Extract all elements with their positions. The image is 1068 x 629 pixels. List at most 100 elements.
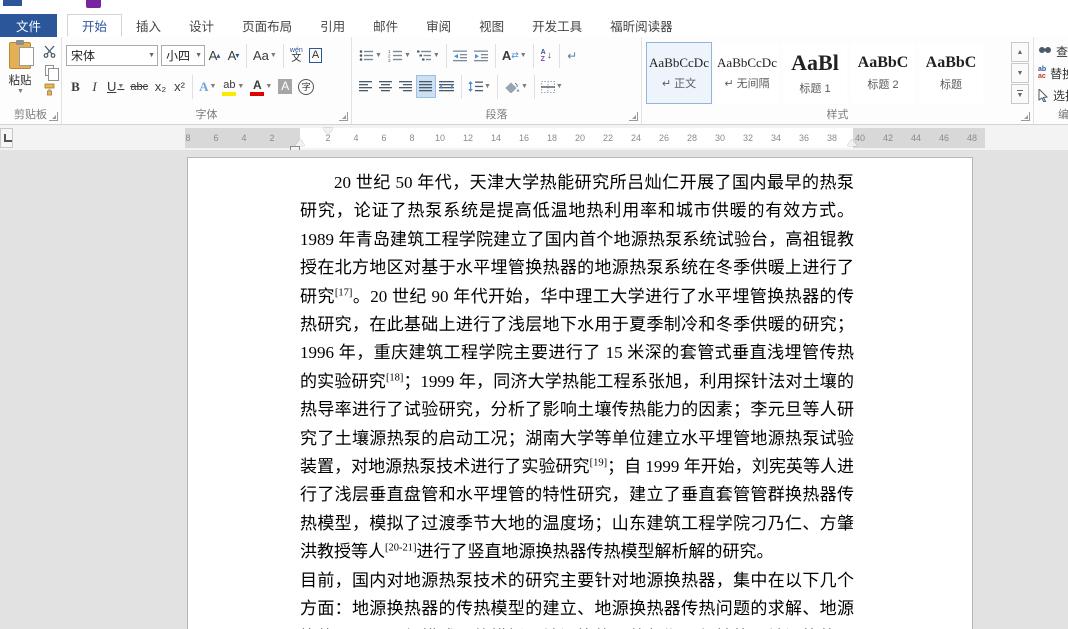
replace-button[interactable]: abac替换	[1038, 62, 1068, 84]
style-gallery-more-button[interactable]: ▼	[1011, 84, 1029, 104]
hanging-indent-marker[interactable]	[295, 139, 305, 146]
styles-dialog-launcher[interactable]	[1021, 112, 1030, 121]
style-item-标题 1[interactable]: AaBl标题 1	[782, 42, 848, 104]
first-line-indent-marker[interactable]	[323, 128, 333, 135]
horizontal-ruler[interactable]: 8642246810121416182022242628303234363840…	[185, 128, 985, 148]
enclose-characters-button[interactable]: 字	[295, 75, 317, 98]
style-item-无间隔[interactable]: AaBbCcDc↵ 无间隔	[714, 42, 780, 104]
document-text[interactable]: 20 世纪 50 年代，天津大学热能研究所吕灿仁开展了国内最早的热泵研究，论证了…	[300, 169, 854, 629]
tab-home[interactable]: 开始	[67, 14, 122, 37]
ruler-number: 20	[575, 128, 585, 148]
tab-mailings[interactable]: 邮件	[359, 14, 412, 37]
ruler-number: 22	[603, 128, 613, 148]
shrink-font-button[interactable]: A	[224, 44, 243, 67]
quick-access-icon	[86, 0, 101, 8]
line-spacing-button[interactable]: ▼	[465, 75, 494, 98]
grow-font-button[interactable]: A	[205, 44, 224, 67]
format-painter-button[interactable]	[41, 81, 58, 97]
sort-icon: AZ ↓	[541, 49, 552, 63]
align-left-button[interactable]	[356, 75, 376, 98]
italic-button[interactable]: I	[85, 75, 104, 98]
tab-bar: 文件开始插入设计页面布局引用邮件审阅视图开发工具福昕阅读器	[0, 14, 1068, 37]
citation-ref: [18]	[386, 372, 404, 383]
align-center-icon	[379, 81, 393, 92]
borders-button[interactable]: ▼	[538, 75, 566, 98]
tab-file[interactable]: 文件	[0, 14, 57, 37]
separator	[246, 44, 247, 68]
font-color-button[interactable]: A ▼	[247, 75, 275, 98]
cut-button[interactable]	[41, 43, 58, 59]
sort-button[interactable]: AZ ↓	[537, 44, 556, 67]
subscript-button[interactable]: x₂	[151, 75, 170, 98]
style-item-标题[interactable]: AaBbC标题	[918, 42, 984, 104]
ruler-number: 14	[491, 128, 501, 148]
style-item-标题 2[interactable]: AaBbC标题 2	[850, 42, 916, 104]
change-case-letters: Aa	[253, 48, 269, 63]
justify-button[interactable]	[416, 75, 436, 98]
ruler-number: 42	[883, 128, 893, 148]
tab-insert[interactable]: 插入	[122, 14, 175, 37]
font-size-dropdown-icon[interactable]: ▼	[192, 52, 202, 59]
superscript-button[interactable]: x²	[170, 75, 189, 98]
ruler-number: 26	[659, 128, 669, 148]
multilevel-list-button[interactable]: ▼	[414, 44, 443, 67]
style-scroll-up-button[interactable]: ▲	[1011, 42, 1029, 62]
font-size-combobox[interactable]: 小四 ▼	[161, 45, 205, 66]
ruler-number: 48	[967, 128, 977, 148]
align-center-button[interactable]	[376, 75, 396, 98]
character-border-icon: A	[309, 48, 322, 63]
increase-indent-icon	[474, 50, 489, 62]
align-right-button[interactable]	[396, 75, 416, 98]
font-dialog-launcher[interactable]	[339, 112, 348, 121]
tab-view[interactable]: 视图	[465, 14, 518, 37]
style-preview: AaBbC	[926, 54, 977, 72]
text-effects-button[interactable]: A▼	[196, 75, 219, 98]
find-button[interactable]: 查找	[1038, 40, 1068, 62]
ruler-number: 24	[631, 128, 641, 148]
tab-references[interactable]: 引用	[306, 14, 359, 37]
bullets-button[interactable]: ▼	[356, 44, 385, 67]
select-button[interactable]: 选择	[1038, 84, 1068, 106]
style-item-正文[interactable]: AaBbCcDc↵ 正文	[646, 42, 712, 104]
show-marks-button[interactable]: ↵	[563, 44, 582, 67]
right-indent-marker[interactable]	[847, 139, 857, 146]
decrease-indent-button[interactable]	[450, 44, 471, 67]
tab-design[interactable]: 设计	[175, 14, 228, 37]
tab-foxit-reader[interactable]: 福昕阅读器	[596, 14, 687, 37]
character-shading-button[interactable]: A	[275, 75, 295, 98]
underline-button[interactable]: U▼	[104, 75, 127, 98]
style-gallery-scroll: ▲ ▼ ▼	[1011, 42, 1029, 104]
copy-button[interactable]	[41, 62, 58, 78]
tab-page-layout[interactable]: 页面布局	[228, 14, 306, 37]
paste-dropdown-arrow[interactable]: ▼	[4, 88, 37, 95]
text-effects-icon: A	[199, 79, 208, 95]
ruler-number: 30	[715, 128, 725, 148]
text-run: 目前，国内对地源热泵技术的研究主要针对地源换热器，集中在以下几个方面：地源换热器…	[300, 571, 854, 629]
font-name-dropdown-icon[interactable]: ▼	[145, 52, 155, 59]
find-label: 查找	[1056, 43, 1068, 60]
highlight-color-button[interactable]: ab ▼	[219, 75, 247, 98]
borders-icon	[541, 81, 555, 93]
tab-review[interactable]: 审阅	[412, 14, 465, 37]
tab-developer[interactable]: 开发工具	[518, 14, 596, 37]
scissors-icon	[43, 45, 56, 58]
tab-stop-selector[interactable]	[0, 128, 13, 148]
font-name-combobox[interactable]: 宋体 ▼	[66, 45, 158, 66]
paragraph-dialog-launcher[interactable]	[629, 112, 638, 121]
document-page[interactable]: 20 世纪 50 年代，天津大学热能研究所吕灿仁开展了国内最早的热泵研究，论证了…	[187, 157, 973, 629]
strikethrough-button[interactable]: abc	[127, 75, 151, 98]
paragraph-2: 目前，国内对地源热泵技术的研究主要针对地源换热器，集中在以下几个方面：地源换热器…	[300, 567, 854, 629]
numbering-button[interactable]: 1 2 3 ▼	[385, 44, 414, 67]
character-scaling-button[interactable]: A ⇄▼	[499, 44, 530, 67]
clipboard-dialog-launcher[interactable]	[49, 112, 58, 121]
distribute-button[interactable]	[436, 75, 458, 98]
style-scroll-down-button[interactable]: ▼	[1011, 63, 1029, 83]
find-icon	[1038, 45, 1052, 57]
phonetic-guide-button[interactable]: wén 文	[287, 44, 306, 67]
align-left-icon	[359, 81, 373, 92]
character-border-button[interactable]: A	[306, 44, 325, 67]
bold-button[interactable]: B	[66, 75, 85, 98]
shading-button[interactable]: ▼	[501, 75, 531, 98]
increase-indent-button[interactable]	[471, 44, 492, 67]
change-case-button[interactable]: Aa▼	[250, 44, 280, 67]
